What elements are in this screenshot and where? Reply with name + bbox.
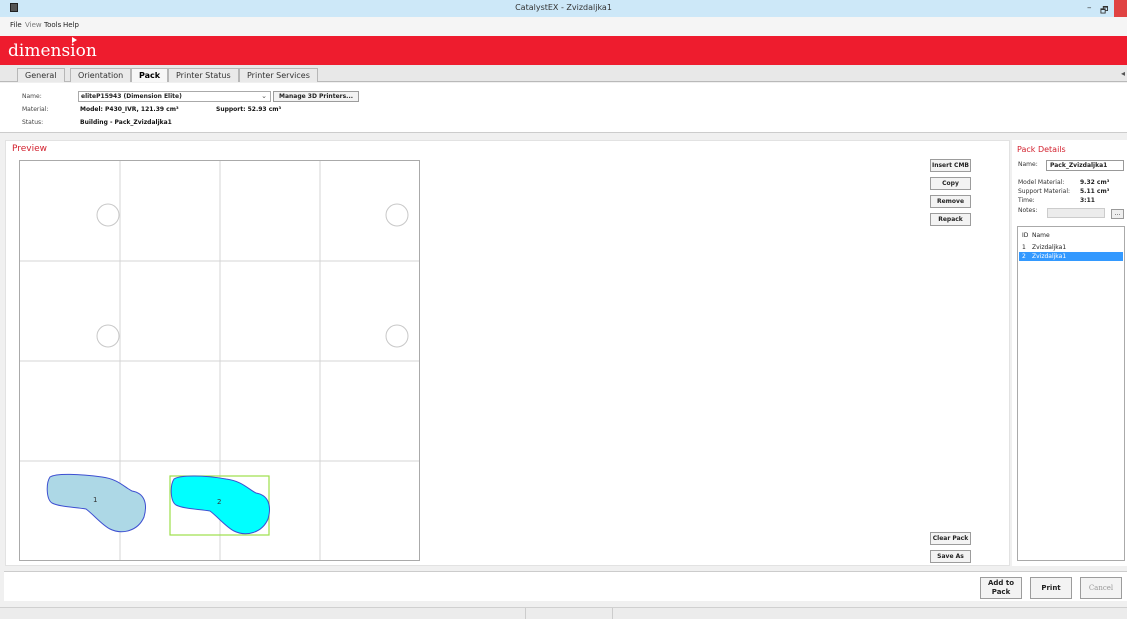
printer-select-value: eliteP15943 (Dimension Elite) — [81, 93, 182, 100]
print-button[interactable]: Print — [1030, 577, 1072, 599]
part-1-label: 1 — [93, 496, 97, 504]
repack-button[interactable]: Repack — [930, 213, 971, 226]
list-item-id: 2 — [1022, 253, 1026, 260]
pack-name-value: Pack_Zvizdaljka1 — [1050, 162, 1108, 169]
add-to-pack-button[interactable]: Add to Pack — [980, 577, 1022, 599]
list-header: ID Name — [1019, 231, 1123, 240]
tab-orientation[interactable]: Orientation — [70, 68, 132, 82]
tab-general[interactable]: General — [17, 68, 65, 82]
build-tray-preview[interactable]: 1 2 — [19, 160, 420, 561]
manage-printers-button[interactable]: Manage 3D Printers... — [273, 91, 359, 102]
close-button[interactable] — [1114, 0, 1127, 17]
menu-view[interactable]: View — [25, 21, 42, 29]
minimize-icon[interactable]: – — [1087, 3, 1092, 13]
list-item-name: Zvizdaljka1 — [1032, 244, 1067, 251]
menu-bar: File View Tools Help — [0, 17, 1127, 36]
window-title: CatalystEX - Zvizdaljka1 — [515, 3, 612, 12]
tab-printer-status[interactable]: Printer Status — [168, 68, 239, 82]
insert-cmb-button[interactable]: Insert CMB — [930, 159, 971, 172]
clear-pack-button[interactable]: Clear Pack — [930, 532, 971, 545]
printer-info: Name: eliteP15943 (Dimension Elite) ⌄ Ma… — [0, 83, 1127, 133]
title-bar: CatalystEX - Zvizdaljka1 – 🗗 — [0, 0, 1127, 17]
brand-bar: dimension — [0, 36, 1127, 65]
printer-select[interactable]: eliteP15943 (Dimension Elite) ⌄ — [78, 91, 271, 102]
tray-marker-circle — [385, 324, 409, 348]
list-item-id: 1 — [1022, 244, 1026, 251]
list-item-name: Zvizdaljka1 — [1032, 253, 1067, 260]
column-header-id: ID — [1022, 232, 1029, 239]
status-divider — [612, 608, 613, 619]
pack-name-input[interactable]: Pack_Zvizdaljka1 — [1046, 160, 1124, 171]
chevron-down-icon: ⌄ — [261, 92, 267, 100]
remove-button[interactable]: Remove — [930, 195, 971, 208]
name-label: Name: — [22, 93, 42, 100]
part-2-label: 2 — [217, 498, 221, 506]
status-value: Building - Pack_Zvizdaljka1 — [80, 119, 172, 126]
tray-grid: 1 2 — [20, 161, 419, 560]
tray-markers — [96, 203, 409, 348]
status-bar — [0, 607, 1127, 619]
tab-strip: General Orientation Pack Printer Status … — [0, 65, 1127, 82]
preview-title: Preview — [12, 144, 48, 154]
tab-pack[interactable]: Pack — [131, 68, 169, 82]
material-label: Material: — [22, 106, 49, 113]
list-item-selected[interactable]: 2 Zvizdaljka1 — [1019, 252, 1123, 261]
menu-tools[interactable]: Tools — [44, 21, 61, 29]
pack-details-panel: Pack Details Name: Pack_Zvizdaljka1 Mode… — [1012, 140, 1127, 566]
notes-input[interactable] — [1047, 208, 1105, 218]
save-as-button[interactable]: Save As — [930, 550, 971, 563]
pack-model-material-value: 9.32 cm³ — [1080, 179, 1110, 186]
status-divider — [525, 608, 526, 619]
tray-marker-circle — [96, 203, 120, 227]
pack-support-material-value: 5.11 cm³ — [1080, 188, 1110, 195]
menu-help[interactable]: Help — [63, 21, 79, 29]
notes-label: Notes: — [1018, 207, 1038, 214]
dimension-logo: dimension — [8, 41, 97, 61]
tray-marker-circle — [96, 324, 120, 348]
model-material-value: Model: P430_IVR, 121.39 cm³ — [80, 106, 179, 113]
model-material-label: Model Material: — [1018, 179, 1065, 186]
logo-arrow-icon — [72, 37, 77, 43]
time-value: 3:11 — [1080, 197, 1095, 204]
part-1[interactable]: 1 — [46, 473, 146, 533]
menu-file[interactable]: File — [10, 21, 22, 29]
pack-details-title: Pack Details — [1017, 145, 1066, 154]
copy-button[interactable]: Copy — [930, 177, 971, 190]
tray-marker-circle — [385, 203, 409, 227]
pin-icon[interactable]: ◂ — [1121, 69, 1125, 78]
notes-browse-button[interactable]: ... — [1111, 209, 1124, 219]
support-material-label: Support Material: — [1018, 188, 1071, 195]
list-item[interactable]: 1 Zvizdaljka1 — [1019, 243, 1123, 252]
time-label: Time: — [1018, 197, 1035, 204]
bottom-action-bar: Add to Pack Print Cancel — [4, 571, 1127, 601]
cancel-button[interactable]: Cancel — [1080, 577, 1122, 599]
support-material-value: Support: 52.93 cm³ — [216, 106, 282, 113]
pack-parts-list[interactable]: ID Name 1 Zvizdaljka1 2 Zvizdaljka1 — [1017, 226, 1125, 561]
column-header-name: Name — [1032, 232, 1050, 239]
status-label: Status: — [22, 119, 44, 126]
tab-printer-services[interactable]: Printer Services — [239, 68, 318, 82]
pack-name-label: Name: — [1018, 161, 1038, 168]
